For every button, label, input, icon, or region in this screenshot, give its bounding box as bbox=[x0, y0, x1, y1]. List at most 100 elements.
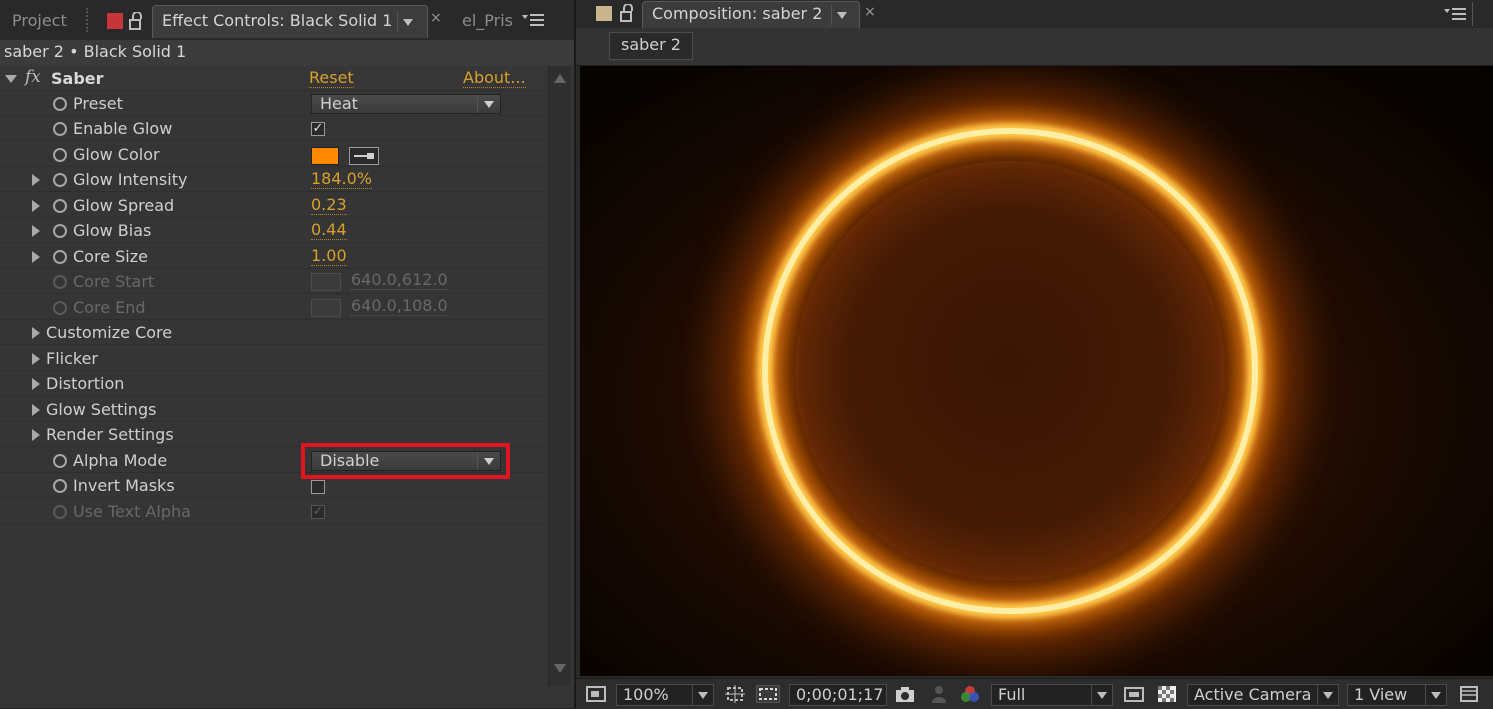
tab-effect-controls[interactable]: Effect Controls: Black Solid 1 bbox=[152, 5, 428, 38]
expand-triangle-icon[interactable] bbox=[32, 225, 40, 237]
expand-triangle-icon[interactable] bbox=[32, 174, 40, 186]
glow-settings-group[interactable]: Glow Settings bbox=[0, 397, 546, 422]
transparency-grid-icon[interactable] bbox=[1157, 685, 1177, 703]
stopwatch-icon[interactable] bbox=[53, 199, 67, 213]
chevron-down-icon bbox=[403, 19, 413, 26]
region-of-interest-icon[interactable] bbox=[756, 685, 780, 703]
camera-dropdown[interactable]: Active Camera bbox=[1187, 684, 1339, 706]
scroll-down-icon[interactable] bbox=[554, 664, 566, 673]
stopwatch-icon[interactable] bbox=[53, 250, 67, 264]
reset-link[interactable]: Reset bbox=[309, 69, 354, 88]
tab-composition[interactable]: Composition: saber 2 bbox=[642, 1, 860, 28]
stopwatch-icon[interactable] bbox=[53, 122, 67, 136]
composition-viewer[interactable] bbox=[580, 66, 1493, 676]
fx-icon[interactable]: fx bbox=[25, 67, 41, 87]
tab-third[interactable]: el_Pris bbox=[462, 6, 513, 36]
flicker-group[interactable]: Flicker bbox=[0, 346, 546, 371]
zoom-dropdown[interactable]: 100% bbox=[616, 684, 714, 706]
distortion-group[interactable]: Distortion bbox=[0, 371, 546, 396]
tab-dropdown-button[interactable] bbox=[397, 12, 418, 32]
use-text-alpha-label: Use Text Alpha bbox=[73, 502, 191, 521]
tab-composition-label: Composition: saber 2 bbox=[652, 4, 823, 23]
expand-triangle-icon[interactable] bbox=[32, 353, 40, 365]
tab-dropdown-button[interactable] bbox=[831, 5, 852, 25]
camera-value: Active Camera bbox=[1194, 685, 1312, 704]
expand-triangle-icon[interactable] bbox=[32, 200, 40, 212]
breadcrumb: saber 2 • Black Solid 1 bbox=[0, 40, 574, 66]
fit-icon[interactable] bbox=[725, 685, 745, 703]
color-channels-icon[interactable] bbox=[960, 685, 980, 703]
expand-triangle-icon[interactable] bbox=[32, 327, 40, 339]
invert-masks-checkbox[interactable] bbox=[311, 480, 325, 494]
about-link[interactable]: About... bbox=[463, 69, 526, 88]
stopwatch-icon[interactable] bbox=[53, 173, 67, 187]
stopwatch-icon[interactable] bbox=[53, 454, 67, 468]
lock-icon[interactable] bbox=[620, 3, 636, 22]
core-start-row: Core Start 640.0,612.0 bbox=[0, 269, 546, 294]
core-end-row: Core End 640.0,108.0 bbox=[0, 295, 546, 320]
stopwatch-icon bbox=[53, 301, 67, 315]
expand-triangle-icon[interactable] bbox=[32, 251, 40, 263]
preset-dropdown[interactable]: Heat bbox=[311, 94, 501, 114]
glow-bias-label: Glow Bias bbox=[73, 221, 152, 240]
stopwatch-icon[interactable] bbox=[53, 224, 67, 238]
toggle-pixel-aspect-icon[interactable] bbox=[1459, 685, 1479, 703]
fast-previews-icon[interactable] bbox=[1124, 685, 1144, 703]
stopwatch-icon[interactable] bbox=[53, 97, 67, 111]
core-end-label: Core End bbox=[73, 298, 146, 317]
stopwatch-icon[interactable] bbox=[53, 148, 67, 162]
vertical-scrollbar[interactable] bbox=[548, 66, 571, 686]
views-value: 1 View bbox=[1354, 685, 1408, 704]
effect-name: Saber bbox=[51, 69, 104, 88]
close-icon[interactable]: × bbox=[864, 4, 876, 20]
tab-project[interactable]: Project bbox=[12, 6, 67, 36]
enable-glow-checkbox[interactable]: ✓ bbox=[311, 122, 325, 136]
expand-triangle-icon[interactable] bbox=[32, 378, 40, 390]
scroll-thumb[interactable] bbox=[1472, 2, 1491, 26]
distortion-label: Distortion bbox=[46, 374, 125, 393]
core-start-label: Core Start bbox=[73, 272, 155, 291]
customize-core-group[interactable]: Customize Core bbox=[0, 320, 546, 345]
red-label-icon bbox=[107, 13, 123, 29]
always-preview-icon[interactable] bbox=[586, 685, 606, 703]
composition-label-icon bbox=[596, 6, 612, 21]
views-dropdown[interactable]: 1 View bbox=[1347, 684, 1447, 706]
tab-grip[interactable] bbox=[86, 8, 92, 32]
expand-triangle-icon[interactable] bbox=[5, 75, 17, 83]
timecode-display[interactable]: 0;00;01;17 bbox=[789, 684, 887, 706]
glow-color-row: Glow Color bbox=[0, 142, 546, 167]
camera-icon[interactable] bbox=[895, 685, 915, 703]
enable-glow-row: Enable Glow ✓ bbox=[0, 116, 546, 141]
glow-intensity-row: Glow Intensity 184.0% bbox=[0, 167, 546, 192]
resolution-value: Full bbox=[998, 685, 1026, 704]
left-tab-bar: Project Effect Controls: Black Solid 1 ×… bbox=[0, 0, 574, 41]
crosshair-icon bbox=[311, 273, 341, 291]
show-snapshot-icon[interactable] bbox=[929, 685, 949, 703]
resolution-dropdown[interactable]: Full bbox=[991, 684, 1113, 706]
effect-controls-panel: Project Effect Controls: Black Solid 1 ×… bbox=[0, 0, 574, 708]
invert-masks-label: Invert Masks bbox=[73, 476, 175, 495]
glow-spread-label: Glow Spread bbox=[73, 196, 175, 215]
lock-icon[interactable] bbox=[129, 11, 145, 30]
stopwatch-icon bbox=[53, 275, 67, 289]
preset-label: Preset bbox=[73, 94, 123, 113]
comp-breadcrumb-button[interactable]: saber 2 bbox=[609, 32, 693, 60]
viewer-footer-bar: 100% 0;00;01;17 Full Active Camera 1 Vie… bbox=[576, 678, 1493, 709]
zoom-value: 100% bbox=[623, 685, 669, 704]
eyedropper-icon[interactable] bbox=[349, 147, 379, 165]
panel-menu-icon[interactable] bbox=[522, 11, 546, 29]
glow-bias-value[interactable]: 0.44 bbox=[311, 221, 347, 240]
glow-spread-row: Glow Spread 0.23 bbox=[0, 193, 546, 218]
glow-spread-value[interactable]: 0.23 bbox=[311, 196, 347, 215]
close-icon[interactable]: × bbox=[430, 10, 442, 26]
scroll-up-icon[interactable] bbox=[554, 74, 566, 83]
glow-color-swatch[interactable] bbox=[311, 147, 339, 165]
expand-triangle-icon[interactable] bbox=[32, 429, 40, 441]
glow-intensity-value[interactable]: 184.0% bbox=[311, 170, 373, 189]
stopwatch-icon[interactable] bbox=[53, 479, 67, 493]
preset-row: Preset Heat bbox=[0, 91, 546, 116]
core-size-value[interactable]: 1.00 bbox=[311, 247, 347, 266]
panel-menu-icon[interactable] bbox=[1444, 5, 1468, 23]
expand-triangle-icon[interactable] bbox=[32, 404, 40, 416]
right-tab-bar: Composition: saber 2 × bbox=[576, 0, 1493, 28]
